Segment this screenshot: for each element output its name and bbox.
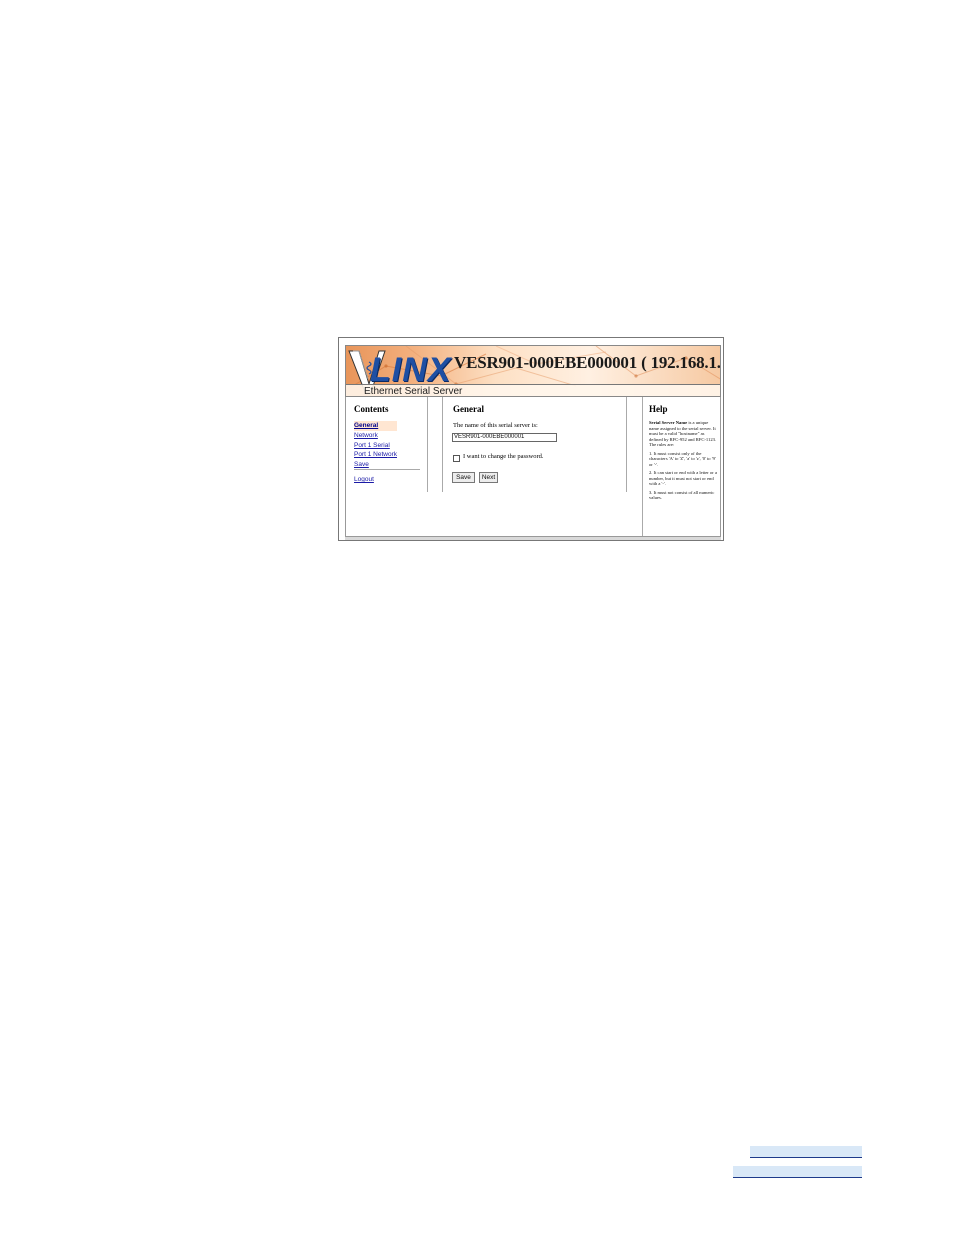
save-button[interactable]: Save <box>452 472 475 483</box>
page-link-highlight[interactable] <box>750 1146 862 1158</box>
help-heading: Help <box>649 404 668 414</box>
product-subtitle: Ethernet Serial Server <box>364 386 463 397</box>
column-divider <box>442 397 443 492</box>
logout-link[interactable]: Logout <box>354 475 374 485</box>
nav-divider <box>354 469 420 470</box>
footer-bar <box>345 536 721 540</box>
change-password-label: I want to change the password. <box>463 453 544 460</box>
vlinx-logo-text: LINX <box>370 351 452 389</box>
page-title: VESR901-000EBE000001 ( 192.168.1.104 ) <box>454 353 721 372</box>
next-button[interactable]: Next <box>479 472 498 483</box>
nav-link-port1-serial[interactable]: Port 1 Serial <box>354 441 397 451</box>
page-link-highlight[interactable] <box>733 1166 862 1178</box>
help-intro: Serial Server Name is a unique name assi… <box>649 420 717 448</box>
help-rule: 3. It must not consist of all numeric va… <box>649 489 715 501</box>
nav-link-general[interactable]: General <box>354 421 397 431</box>
contents-nav: General Network Port 1 Serial Port 1 Net… <box>354 421 397 470</box>
column-divider <box>427 397 428 492</box>
nav-link-network[interactable]: Network <box>354 431 397 441</box>
browser-screenshot: LINX VESR901-000EBE000001 ( 192.168.1.10… <box>338 337 724 541</box>
subtitle-bar: Ethernet Serial Server <box>346 384 720 397</box>
content-area: Contents General Network Port 1 Serial P… <box>345 397 721 536</box>
nav-link-port1-network[interactable]: Port 1 Network <box>354 450 397 460</box>
column-divider <box>626 397 627 492</box>
change-password-checkbox[interactable] <box>453 455 460 462</box>
server-name-input[interactable]: VESR901-000EBE000001 <box>452 433 557 442</box>
help-rule: 1. It must consist only of the character… <box>649 450 716 467</box>
server-name-label: The name of this serial server is: <box>453 422 538 429</box>
column-divider <box>642 397 643 536</box>
help-rule: 2. It can start or end with a letter or … <box>649 470 717 486</box>
help-text: Serial Server Name is a unique name assi… <box>649 420 717 504</box>
header-banner: LINX VESR901-000EBE000001 ( 192.168.1.10… <box>345 345 721 397</box>
contents-heading: Contents <box>354 404 389 414</box>
general-heading: General <box>453 404 484 414</box>
help-term: Serial Server Name <box>649 420 688 425</box>
